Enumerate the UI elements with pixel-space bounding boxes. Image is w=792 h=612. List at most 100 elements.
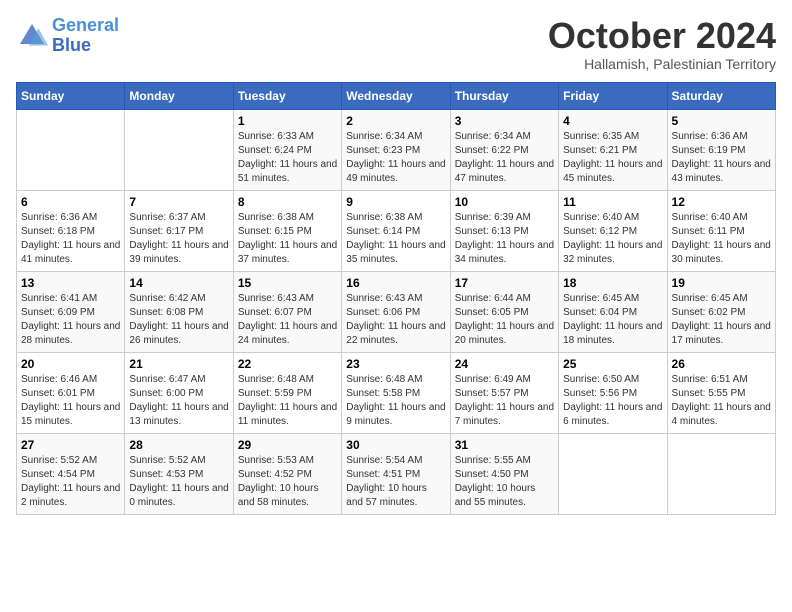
table-row: 3 Sunrise: 6:34 AM Sunset: 6:22 PM Daylig… xyxy=(450,109,558,190)
table-row: 12 Sunrise: 6:40 AM Sunset: 6:11 PM Dayli… xyxy=(667,190,775,271)
day-number: 19 xyxy=(672,276,771,290)
col-thursday: Thursday xyxy=(450,82,558,109)
col-saturday: Saturday xyxy=(667,82,775,109)
day-info: Sunrise: 6:46 AM Sunset: 6:01 PM Dayligh… xyxy=(21,373,120,429)
calendar-table: Sunday Monday Tuesday Wednesday Thursday… xyxy=(16,82,776,515)
col-monday: Monday xyxy=(125,82,233,109)
day-info: Sunrise: 6:42 AM Sunset: 6:08 PM Dayligh… xyxy=(129,292,228,348)
table-row: 17 Sunrise: 6:44 AM Sunset: 6:05 PM Dayli… xyxy=(450,271,558,352)
table-row: 28 Sunrise: 5:52 AM Sunset: 4:53 PM Dayli… xyxy=(125,433,233,514)
calendar-week-row: 20 Sunrise: 6:46 AM Sunset: 6:01 PM Dayli… xyxy=(17,352,776,433)
day-info: Sunrise: 6:50 AM Sunset: 5:56 PM Dayligh… xyxy=(563,373,662,429)
table-row: 5 Sunrise: 6:36 AM Sunset: 6:19 PM Daylig… xyxy=(667,109,775,190)
day-number: 6 xyxy=(21,195,120,209)
day-number: 10 xyxy=(455,195,554,209)
table-row: 11 Sunrise: 6:40 AM Sunset: 6:12 PM Dayli… xyxy=(559,190,667,271)
month-title: October 2024 xyxy=(548,16,776,56)
table-row: 2 Sunrise: 6:34 AM Sunset: 6:23 PM Daylig… xyxy=(342,109,450,190)
day-number: 17 xyxy=(455,276,554,290)
day-number: 12 xyxy=(672,195,771,209)
day-info: Sunrise: 6:45 AM Sunset: 6:02 PM Dayligh… xyxy=(672,292,771,348)
day-info: Sunrise: 6:38 AM Sunset: 6:15 PM Dayligh… xyxy=(238,211,337,267)
day-number: 3 xyxy=(455,114,554,128)
day-number: 5 xyxy=(672,114,771,128)
day-number: 25 xyxy=(563,357,662,371)
table-row xyxy=(125,109,233,190)
day-info: Sunrise: 5:55 AM Sunset: 4:50 PM Dayligh… xyxy=(455,454,554,510)
day-number: 9 xyxy=(346,195,445,209)
day-number: 16 xyxy=(346,276,445,290)
calendar-header-row: Sunday Monday Tuesday Wednesday Thursday… xyxy=(17,82,776,109)
col-friday: Friday xyxy=(559,82,667,109)
day-info: Sunrise: 6:40 AM Sunset: 6:12 PM Dayligh… xyxy=(563,211,662,267)
page-header: General Blue October 2024 Hallamish, Pal… xyxy=(16,16,776,72)
table-row: 18 Sunrise: 6:45 AM Sunset: 6:04 PM Dayli… xyxy=(559,271,667,352)
table-row xyxy=(559,433,667,514)
day-info: Sunrise: 6:43 AM Sunset: 6:06 PM Dayligh… xyxy=(346,292,445,348)
day-info: Sunrise: 6:47 AM Sunset: 6:00 PM Dayligh… xyxy=(129,373,228,429)
table-row: 10 Sunrise: 6:39 AM Sunset: 6:13 PM Dayli… xyxy=(450,190,558,271)
table-row: 31 Sunrise: 5:55 AM Sunset: 4:50 PM Dayli… xyxy=(450,433,558,514)
day-info: Sunrise: 5:53 AM Sunset: 4:52 PM Dayligh… xyxy=(238,454,337,510)
day-number: 15 xyxy=(238,276,337,290)
table-row: 21 Sunrise: 6:47 AM Sunset: 6:00 PM Dayli… xyxy=(125,352,233,433)
day-info: Sunrise: 6:49 AM Sunset: 5:57 PM Dayligh… xyxy=(455,373,554,429)
table-row: 9Sunrise: 6:38 AM Sunset: 6:14 PM Daylig… xyxy=(342,190,450,271)
day-number: 27 xyxy=(21,438,120,452)
day-number: 23 xyxy=(346,357,445,371)
day-number: 20 xyxy=(21,357,120,371)
day-info: Sunrise: 6:34 AM Sunset: 6:23 PM Dayligh… xyxy=(346,130,445,186)
day-info: Sunrise: 5:52 AM Sunset: 4:54 PM Dayligh… xyxy=(21,454,120,510)
day-number: 31 xyxy=(455,438,554,452)
day-info: Sunrise: 6:35 AM Sunset: 6:21 PM Dayligh… xyxy=(563,130,662,186)
day-info: Sunrise: 6:39 AM Sunset: 6:13 PM Dayligh… xyxy=(455,211,554,267)
table-row: 8 Sunrise: 6:38 AM Sunset: 6:15 PM Daylig… xyxy=(233,190,341,271)
table-row: 19 Sunrise: 6:45 AM Sunset: 6:02 PM Dayli… xyxy=(667,271,775,352)
day-info: Sunrise: 5:54 AM Sunset: 4:51 PM Dayligh… xyxy=(346,454,445,510)
day-number: 24 xyxy=(455,357,554,371)
day-info: Sunrise: 6:41 AM Sunset: 6:09 PM Dayligh… xyxy=(21,292,120,348)
day-number: 8 xyxy=(238,195,337,209)
day-info: Sunrise: 6:51 AM Sunset: 5:55 PM Dayligh… xyxy=(672,373,771,429)
day-number: 21 xyxy=(129,357,228,371)
day-number: 29 xyxy=(238,438,337,452)
day-number: 2 xyxy=(346,114,445,128)
day-info: Sunrise: 6:44 AM Sunset: 6:05 PM Dayligh… xyxy=(455,292,554,348)
day-number: 7 xyxy=(129,195,228,209)
day-info: Sunrise: 6:36 AM Sunset: 6:19 PM Dayligh… xyxy=(672,130,771,186)
table-row: 26 Sunrise: 6:51 AM Sunset: 5:55 PM Dayli… xyxy=(667,352,775,433)
day-info: Sunrise: 6:45 AM Sunset: 6:04 PM Dayligh… xyxy=(563,292,662,348)
day-number: 1 xyxy=(238,114,337,128)
day-info: Sunrise: 6:43 AM Sunset: 6:07 PM Dayligh… xyxy=(238,292,337,348)
table-row: 23Sunrise: 6:48 AM Sunset: 5:58 PM Dayli… xyxy=(342,352,450,433)
calendar-week-row: 13Sunrise: 6:41 AM Sunset: 6:09 PM Dayli… xyxy=(17,271,776,352)
day-number: 22 xyxy=(238,357,337,371)
col-wednesday: Wednesday xyxy=(342,82,450,109)
day-info: Sunrise: 6:37 AM Sunset: 6:17 PM Dayligh… xyxy=(129,211,228,267)
location-subtitle: Hallamish, Palestinian Territory xyxy=(548,56,776,72)
table-row: 20 Sunrise: 6:46 AM Sunset: 6:01 PM Dayli… xyxy=(17,352,125,433)
table-row: 6 Sunrise: 6:36 AM Sunset: 6:18 PM Daylig… xyxy=(17,190,125,271)
calendar-week-row: 27 Sunrise: 5:52 AM Sunset: 4:54 PM Dayli… xyxy=(17,433,776,514)
table-row: 29 Sunrise: 5:53 AM Sunset: 4:52 PM Dayli… xyxy=(233,433,341,514)
day-number: 28 xyxy=(129,438,228,452)
day-info: Sunrise: 6:34 AM Sunset: 6:22 PM Dayligh… xyxy=(455,130,554,186)
table-row: 13Sunrise: 6:41 AM Sunset: 6:09 PM Dayli… xyxy=(17,271,125,352)
day-number: 26 xyxy=(672,357,771,371)
day-info: Sunrise: 5:52 AM Sunset: 4:53 PM Dayligh… xyxy=(129,454,228,510)
table-row xyxy=(667,433,775,514)
table-row: 14Sunrise: 6:42 AM Sunset: 6:08 PM Dayli… xyxy=(125,271,233,352)
table-row xyxy=(17,109,125,190)
day-number: 11 xyxy=(563,195,662,209)
day-number: 18 xyxy=(563,276,662,290)
day-info: Sunrise: 6:36 AM Sunset: 6:18 PM Dayligh… xyxy=(21,211,120,267)
table-row: 22 Sunrise: 6:48 AM Sunset: 5:59 PM Dayli… xyxy=(233,352,341,433)
col-sunday: Sunday xyxy=(17,82,125,109)
day-info: Sunrise: 6:40 AM Sunset: 6:11 PM Dayligh… xyxy=(672,211,771,267)
calendar-week-row: 6 Sunrise: 6:36 AM Sunset: 6:18 PM Daylig… xyxy=(17,190,776,271)
table-row: 1Sunrise: 6:33 AM Sunset: 6:24 PM Daylig… xyxy=(233,109,341,190)
table-row: 4Sunrise: 6:35 AM Sunset: 6:21 PM Daylig… xyxy=(559,109,667,190)
day-info: Sunrise: 6:48 AM Sunset: 5:59 PM Dayligh… xyxy=(238,373,337,429)
table-row: 16 Sunrise: 6:43 AM Sunset: 6:06 PM Dayli… xyxy=(342,271,450,352)
logo-icon xyxy=(16,20,48,52)
